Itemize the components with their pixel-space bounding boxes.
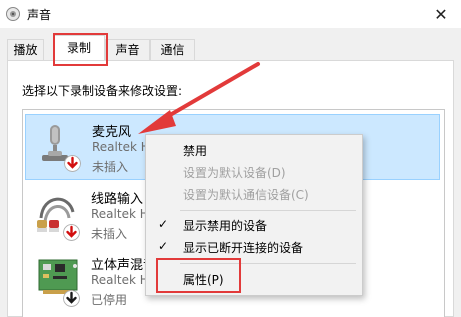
annotation-arrow <box>138 62 260 134</box>
